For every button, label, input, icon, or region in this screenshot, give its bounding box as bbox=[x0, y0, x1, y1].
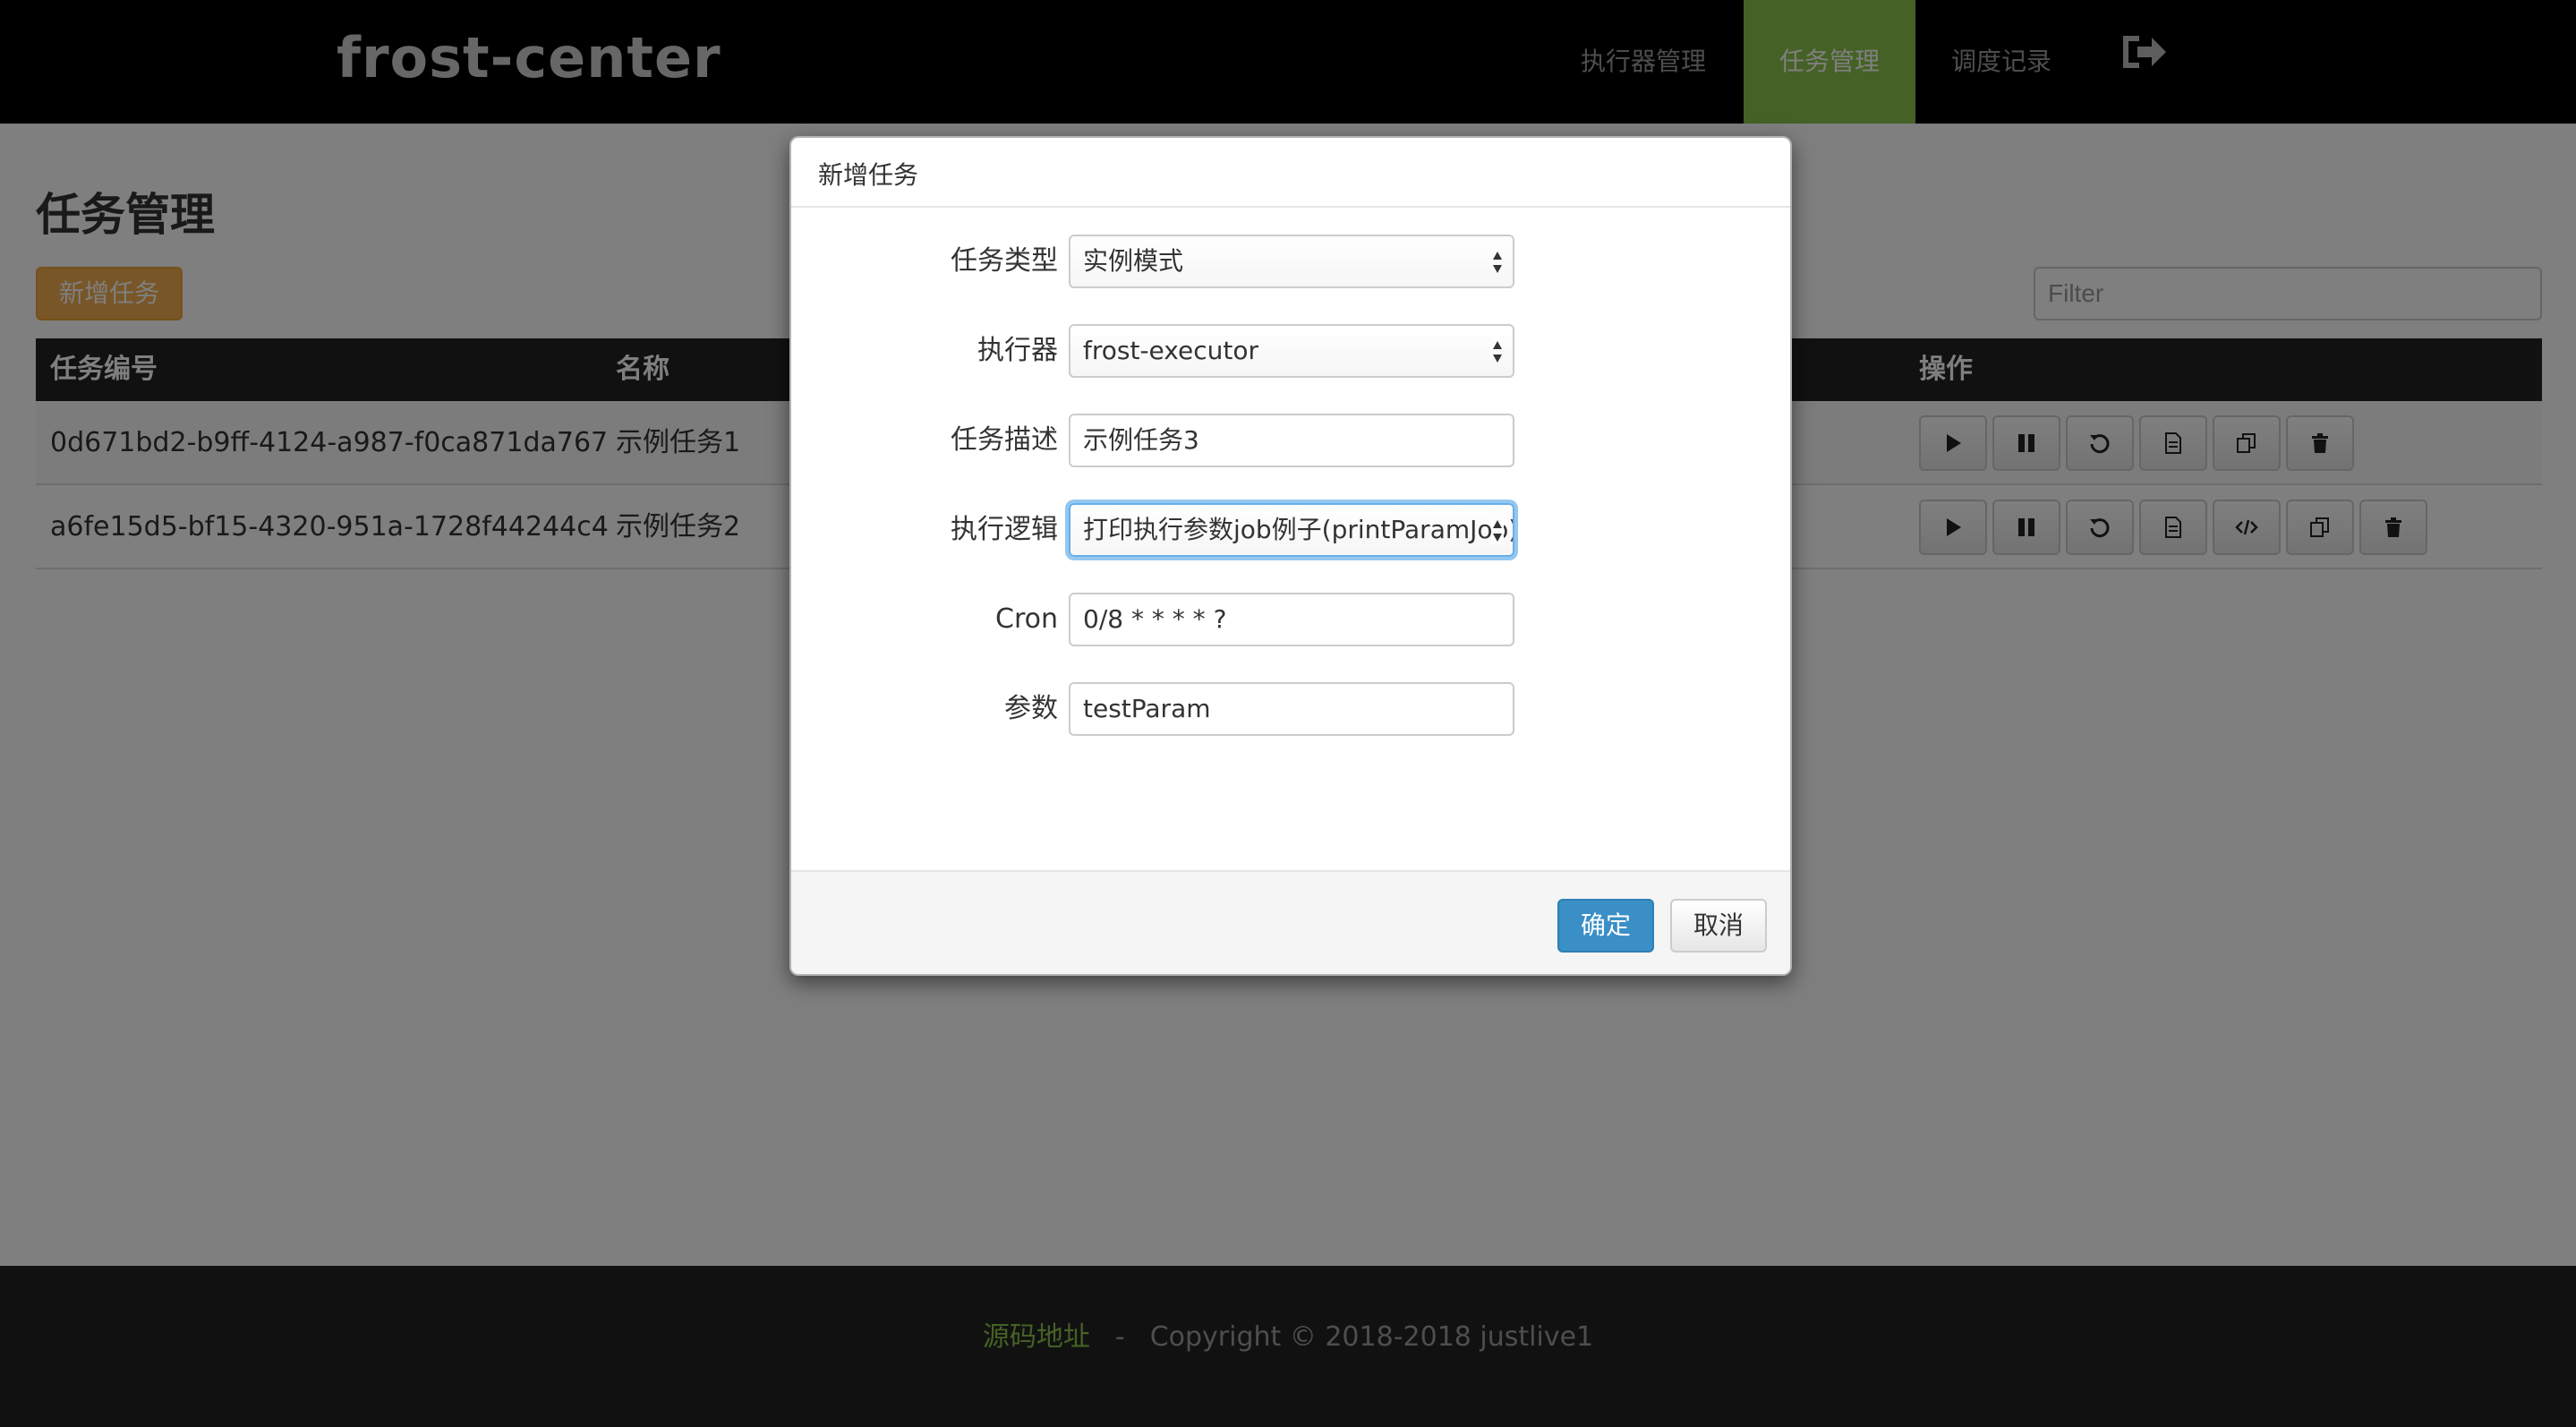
form-row-description: 任务描述 示例任务3 bbox=[791, 414, 1790, 467]
dialog-title: 新增任务 bbox=[818, 160, 919, 190]
logic-select[interactable]: 打印执行参数job例子(printParamJob) bbox=[1069, 503, 1514, 557]
dialog-footer: 确定 取消 bbox=[791, 870, 1790, 974]
executor-value: frost-executor bbox=[1083, 336, 1258, 365]
task-type-value: 实例模式 bbox=[1083, 246, 1184, 276]
cancel-button[interactable]: 取消 bbox=[1670, 899, 1767, 953]
params-label: 参数 bbox=[1004, 693, 1058, 724]
params-input[interactable]: testParam bbox=[1069, 682, 1514, 736]
executor-label: 执行器 bbox=[977, 335, 1058, 366]
form-row-executor: 执行器 frost-executor bbox=[791, 324, 1790, 378]
cron-input[interactable]: 0/8 * * * * ? bbox=[1069, 593, 1514, 646]
add-task-dialog: 新增任务 任务类型 实例模式 执行器 frost-executor 任务描述 示… bbox=[789, 136, 1792, 976]
logic-label: 执行逻辑 bbox=[951, 514, 1058, 545]
dialog-header: 新增任务 bbox=[791, 138, 1790, 208]
form-row-logic: 执行逻辑 打印执行参数job例子(printParamJob) bbox=[791, 503, 1790, 557]
select-arrows-icon bbox=[1491, 517, 1504, 544]
executor-select[interactable]: frost-executor bbox=[1069, 324, 1514, 378]
logic-value: 打印执行参数job例子(printParamJob) bbox=[1083, 515, 1514, 544]
select-arrows-icon bbox=[1493, 341, 1502, 363]
description-input[interactable]: 示例任务3 bbox=[1069, 414, 1514, 467]
cron-label: Cron bbox=[995, 603, 1058, 635]
task-type-label: 任务类型 bbox=[951, 245, 1058, 277]
confirm-button[interactable]: 确定 bbox=[1557, 899, 1654, 953]
task-type-select[interactable]: 实例模式 bbox=[1069, 235, 1514, 288]
form-row-cron: Cron 0/8 * * * * ? bbox=[791, 593, 1790, 646]
form-row-task-type: 任务类型 实例模式 bbox=[791, 235, 1790, 288]
form-row-params: 参数 testParam bbox=[791, 682, 1790, 736]
description-label: 任务描述 bbox=[951, 424, 1058, 456]
select-arrows-icon bbox=[1493, 252, 1502, 273]
